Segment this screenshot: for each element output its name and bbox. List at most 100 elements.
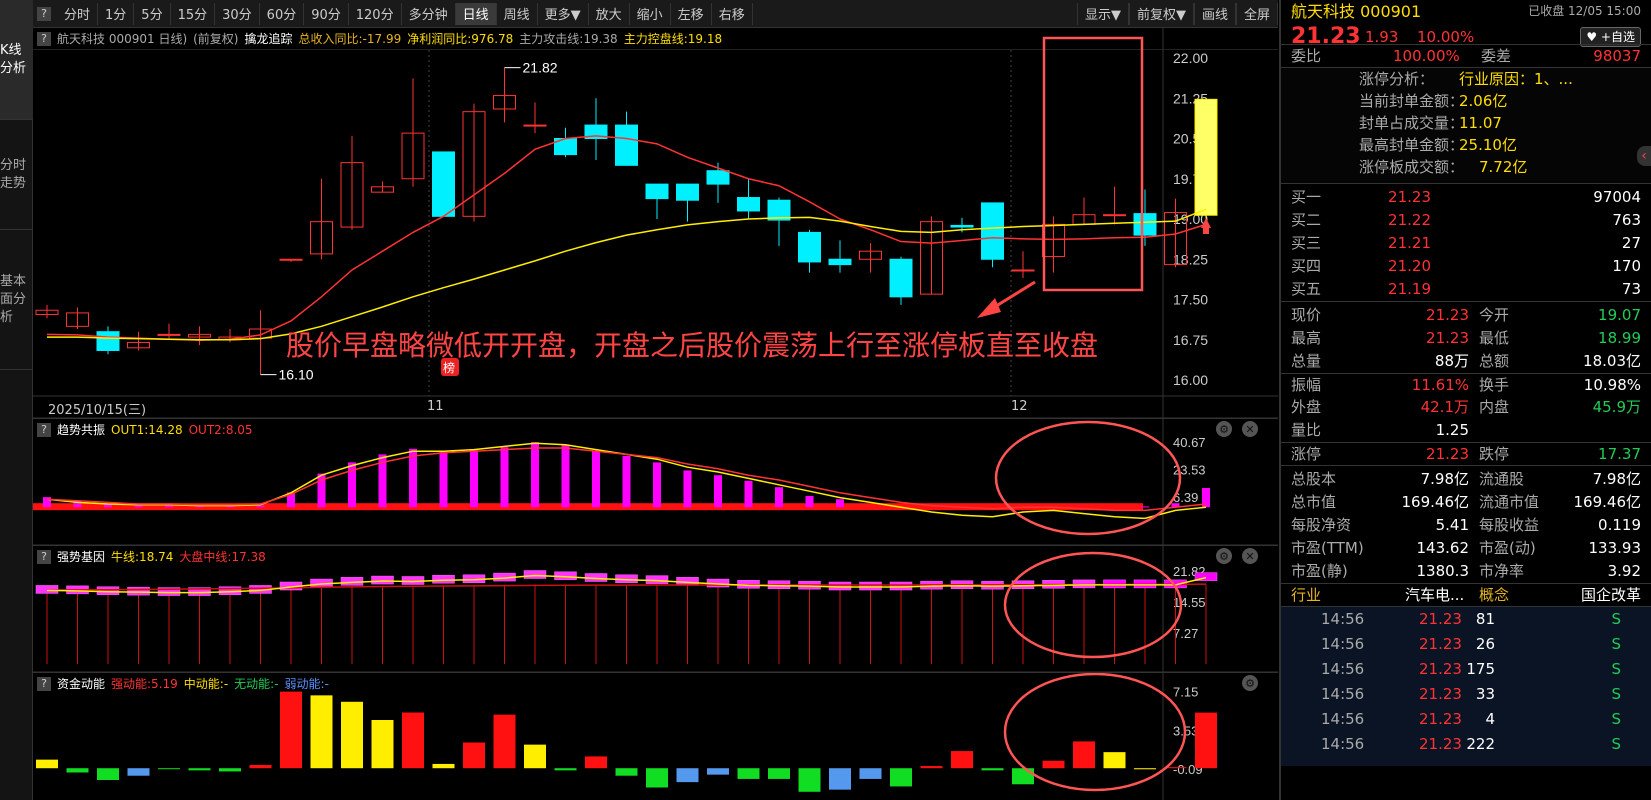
- panel-trend-head: ? 趋势共振 OUT1:14.28 OUT2:8.05 ⚙ ✕: [33, 418, 1278, 440]
- tick-row: 14:56 21.23 33 S: [1281, 682, 1651, 707]
- fund-label: 每股净资: [1291, 516, 1352, 534]
- tick-price: 21.23: [1419, 635, 1462, 653]
- panel-fund-name[interactable]: 资金动能: [57, 675, 105, 692]
- bid-volume: 170: [1612, 257, 1641, 275]
- panel-gene-name[interactable]: 强势基因: [57, 548, 105, 565]
- fund-bar: [432, 763, 455, 769]
- close-icon[interactable]: ✕: [1242, 548, 1258, 564]
- candle-body[interactable]: [950, 224, 974, 228]
- fund-bar: [188, 768, 211, 771]
- gear-icon[interactable]: ⚙: [1242, 675, 1258, 691]
- trend-bar: [561, 444, 570, 508]
- candle-body[interactable]: [523, 124, 547, 127]
- limit-up-key: 涨停板成交额：: [1359, 158, 1465, 176]
- fund-bar: [97, 768, 119, 780]
- close-icon[interactable]: ✕: [1242, 421, 1258, 437]
- industry-label[interactable]: 行业: [1291, 584, 1321, 607]
- trend-bar: [836, 499, 844, 508]
- panel-gene-niu: 牛线:18.74: [111, 550, 174, 564]
- fund-bar: [341, 701, 363, 769]
- stat-value: 21.23: [1426, 445, 1469, 463]
- concept-value[interactable]: 国企改革: [1581, 584, 1641, 607]
- candle-body[interactable]: [432, 151, 455, 217]
- candle-body[interactable]: [676, 183, 699, 201]
- fund-label: 总股本: [1291, 470, 1337, 488]
- industry-value[interactable]: 汽车电...: [1405, 584, 1464, 607]
- ma-line-control: [47, 208, 1207, 341]
- fund-bar: [768, 768, 790, 779]
- tick-price: 21.23: [1419, 710, 1462, 728]
- stat-value: 11.61%: [1411, 376, 1469, 394]
- low-label: 16.10: [279, 367, 314, 383]
- stat-label: 现价: [1291, 306, 1322, 324]
- candle-body[interactable]: [737, 197, 760, 212]
- fund-value: 7.98亿: [1592, 470, 1641, 488]
- candle-body[interactable]: [96, 331, 120, 351]
- stat-value: 42.1万: [1420, 398, 1469, 416]
- tick-volume: 81: [1475, 610, 1495, 628]
- panel-gene-tick: 7.27: [1173, 626, 1198, 641]
- fund-label: 市盈(动): [1479, 539, 1536, 557]
- date-dec: 12: [1011, 399, 1028, 414]
- market-status: 已收盘 12/05 15:00: [1528, 4, 1641, 18]
- stat-label: 外盘: [1291, 398, 1322, 416]
- bid-row: 买四 21.20 170: [1281, 255, 1651, 278]
- candle-body[interactable]: [615, 124, 638, 166]
- ma-line-attack: [46, 135, 1207, 342]
- candle-body[interactable]: [1103, 214, 1126, 217]
- stat-value: 18.03亿: [1583, 352, 1641, 370]
- candle-body[interactable]: [981, 202, 1004, 260]
- collapse-arrow-icon[interactable]: ‹: [1637, 146, 1651, 166]
- panel-fund-mid: 中动能:-: [183, 677, 229, 691]
- bid-label: 买一: [1291, 188, 1322, 206]
- fund-bar: [158, 768, 180, 770]
- stat-value: 19.07: [1598, 306, 1641, 324]
- gear-icon[interactable]: ⚙: [1216, 548, 1232, 564]
- tick-list: 14:56 21.23 81 S 14:56 21.23 26 S 14:56 21.23 175 S…: [1281, 606, 1651, 766]
- candle-body[interactable]: [279, 258, 303, 261]
- candle-body[interactable]: [706, 170, 730, 185]
- candle-body[interactable]: [889, 258, 913, 298]
- trend-bar: [775, 487, 783, 508]
- fundamentals: 总股本 7.98亿 流通股 7.98亿 总市值 169.46亿 流通市值 169.46亿 每股净…: [1281, 465, 1651, 583]
- candle-body[interactable]: [157, 333, 181, 336]
- sidebar-tab-2[interactable]: 分时走势: [0, 120, 33, 230]
- price-tick: 22.00: [1173, 50, 1208, 66]
- limit-up-value: 行业原因：1、...: [1459, 70, 1573, 88]
- tick-volume: 33: [1475, 685, 1495, 703]
- candle-body[interactable]: [1011, 269, 1035, 272]
- help-icon[interactable]: ?: [37, 676, 51, 691]
- gear-icon[interactable]: ⚙: [1216, 421, 1232, 437]
- sidebar-tab-1[interactable]: K线分析: [0, 0, 33, 120]
- panel-trend-name[interactable]: 趋势共振: [57, 421, 105, 438]
- help-icon[interactable]: ?: [37, 422, 51, 437]
- bid-price: 21.21: [1388, 234, 1431, 252]
- help-icon[interactable]: ?: [37, 549, 51, 564]
- trend-bar: [531, 442, 539, 508]
- fund-row: 市盈(TTM) 143.62 市盈(动) 133.93: [1281, 537, 1651, 560]
- tick-side: S: [1611, 710, 1621, 728]
- concept-label[interactable]: 概念: [1479, 584, 1509, 607]
- tick-price: 21.23: [1419, 685, 1462, 703]
- bid-volume: 97004: [1593, 188, 1641, 206]
- limit-up-key: 封单占成交量：: [1359, 114, 1465, 132]
- candle-body[interactable]: [1194, 98, 1218, 216]
- tick-price: 21.23: [1419, 735, 1462, 753]
- weibi-row: 委比 100.00% 委差 98037: [1281, 44, 1651, 67]
- gene-block: [523, 570, 547, 579]
- stat-label: 总量: [1291, 352, 1322, 370]
- candle-body[interactable]: [798, 231, 821, 263]
- stock-name: 航天科技 000901: [1291, 2, 1422, 21]
- trend-bar: [256, 505, 265, 508]
- fund-bar: [66, 768, 89, 773]
- candle-body[interactable]: [1133, 213, 1157, 236]
- bid-row: 买一 21.23 97004: [1281, 186, 1651, 209]
- panel-fund-weak: 弱动能:-: [284, 677, 329, 691]
- candle-body[interactable]: [645, 183, 669, 200]
- panel-trend-out2: OUT2:8.05: [188, 422, 253, 437]
- sidebar-tab-3[interactable]: 基本面分析: [0, 230, 33, 370]
- stat-row: 最高 21.23 最低 18.99: [1281, 327, 1651, 350]
- candle-body[interactable]: [828, 258, 852, 266]
- fund-bar: [402, 712, 424, 769]
- highlight-box: [1042, 36, 1144, 292]
